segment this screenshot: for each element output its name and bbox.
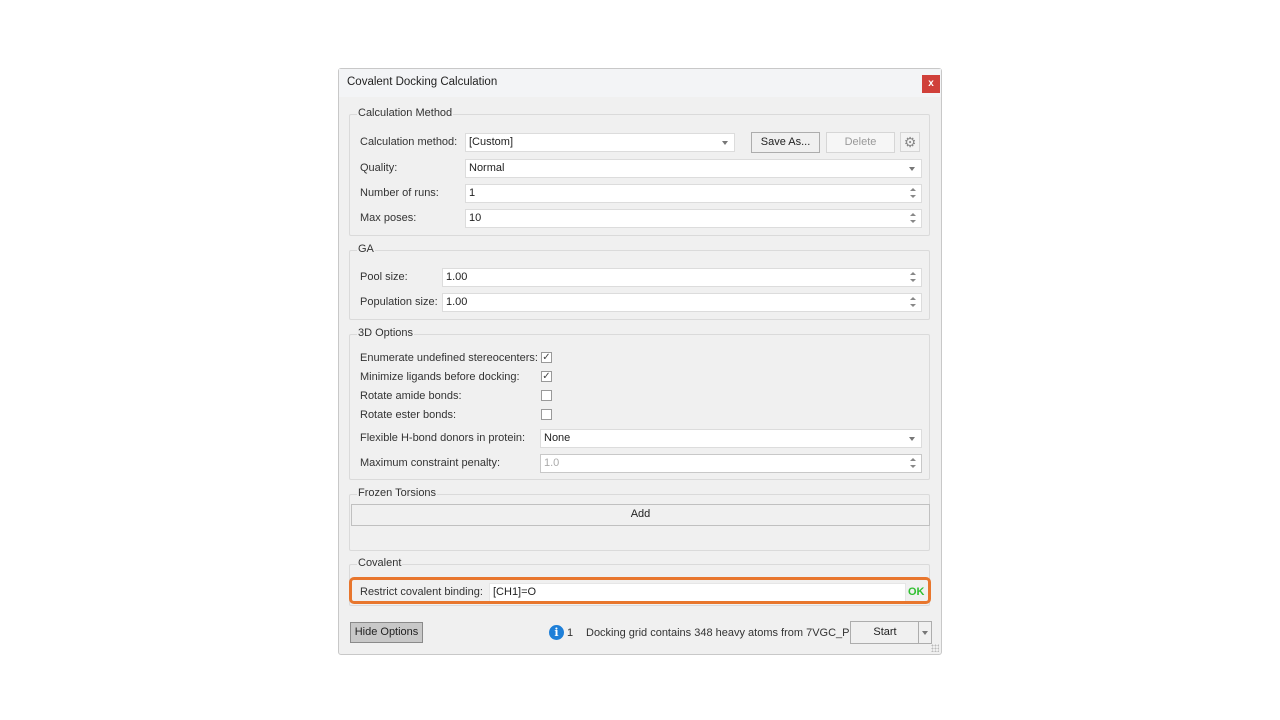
frozen-torsions-group-label: Frozen Torsions: [357, 487, 438, 499]
highlight-annotation: [349, 577, 931, 604]
enumerate-stereocenters-checkbox[interactable]: ✓: [541, 352, 552, 363]
quality-select[interactable]: Normal: [465, 159, 922, 178]
gear-icon[interactable]: ⚙: [900, 132, 920, 152]
spinner-arrows-icon[interactable]: [910, 271, 916, 284]
dialog-title: Covalent Docking Calculation: [347, 76, 498, 88]
number-of-runs-value: 1: [469, 187, 476, 199]
max-constraint-penalty-label: Maximum constraint penalty:: [360, 457, 500, 469]
chevron-down-icon: [909, 437, 915, 441]
frozen-torsions-group: Frozen Torsions Add: [349, 487, 930, 551]
max-poses-spinbox[interactable]: 10: [465, 209, 922, 228]
resize-grip-icon[interactable]: [931, 644, 939, 652]
minimize-ligands-label: Minimize ligands before docking:: [360, 371, 520, 383]
ga-group-label: GA: [357, 243, 375, 255]
number-of-runs-spinbox[interactable]: 1: [465, 184, 922, 203]
rotate-amide-label: Rotate amide bonds:: [360, 390, 462, 402]
info-icon[interactable]: i: [549, 625, 564, 640]
pool-size-spinbox[interactable]: 1.00: [442, 268, 922, 287]
hide-options-button[interactable]: Hide Options: [350, 622, 423, 643]
info-count: 1: [567, 627, 574, 639]
start-dropdown-button[interactable]: [918, 621, 932, 644]
covalent-group-label: Covalent: [357, 557, 403, 569]
spinner-arrows-icon[interactable]: [910, 187, 916, 200]
start-button[interactable]: Start: [850, 621, 920, 644]
calculation-method-label: Calculation method:: [360, 136, 458, 148]
covalent-docking-dialog: Covalent Docking Calculation x Calculati…: [338, 68, 942, 655]
chevron-down-icon: [722, 141, 728, 145]
population-size-spinbox[interactable]: 1.00: [442, 293, 922, 312]
calculation-method-value: [Custom]: [469, 136, 514, 148]
rotate-ester-label: Rotate ester bonds:: [360, 409, 457, 421]
population-size-label: Population size:: [360, 296, 438, 308]
spinner-arrows-icon[interactable]: [910, 296, 916, 309]
pool-size-value: 1.00: [446, 271, 468, 283]
enumerate-stereocenters-label: Enumerate undefined stereocenters:: [360, 352, 538, 364]
max-constraint-penalty-value: 1.0: [544, 457, 560, 469]
quality-value: Normal: [469, 162, 505, 174]
delete-button[interactable]: Delete: [826, 132, 895, 153]
rotate-amide-checkbox[interactable]: [541, 390, 552, 401]
flexible-hbond-select[interactable]: None: [540, 429, 922, 448]
status-message: Docking grid contains 348 heavy atoms fr…: [586, 627, 850, 639]
chevron-down-icon: [909, 167, 915, 171]
3d-options-group-label: 3D Options: [357, 327, 415, 339]
title-bar[interactable]: Covalent Docking Calculation x: [339, 69, 941, 97]
max-poses-value: 10: [469, 212, 482, 224]
close-button[interactable]: x: [922, 75, 940, 93]
calculation-method-group: Calculation Method Calculation method: […: [349, 107, 930, 236]
quality-label: Quality:: [360, 162, 398, 174]
flexible-hbond-label: Flexible H-bond donors in protein:: [360, 432, 526, 444]
chevron-down-icon: [922, 631, 928, 635]
calculation-method-group-label: Calculation Method: [357, 107, 454, 119]
max-constraint-penalty-spinbox[interactable]: 1.0: [540, 454, 922, 473]
spinner-arrows-icon[interactable]: [910, 457, 916, 470]
spinner-arrows-icon[interactable]: [910, 212, 916, 225]
calculation-method-select[interactable]: [Custom]: [465, 133, 735, 152]
population-size-value: 1.00: [446, 296, 468, 308]
minimize-ligands-checkbox[interactable]: ✓: [541, 371, 552, 382]
ga-group: GA Pool size: 1.00 Population size: 1.00: [349, 243, 930, 320]
add-torsion-button[interactable]: Add: [351, 504, 930, 526]
max-poses-label: Max poses:: [360, 212, 417, 224]
rotate-ester-checkbox[interactable]: [541, 409, 552, 420]
number-of-runs-label: Number of runs:: [360, 187, 439, 199]
save-as-button[interactable]: Save As...: [751, 132, 820, 153]
pool-size-label: Pool size:: [360, 271, 408, 283]
3d-options-group: 3D Options Enumerate undefined stereocen…: [349, 327, 930, 480]
flexible-hbond-value: None: [544, 432, 571, 444]
